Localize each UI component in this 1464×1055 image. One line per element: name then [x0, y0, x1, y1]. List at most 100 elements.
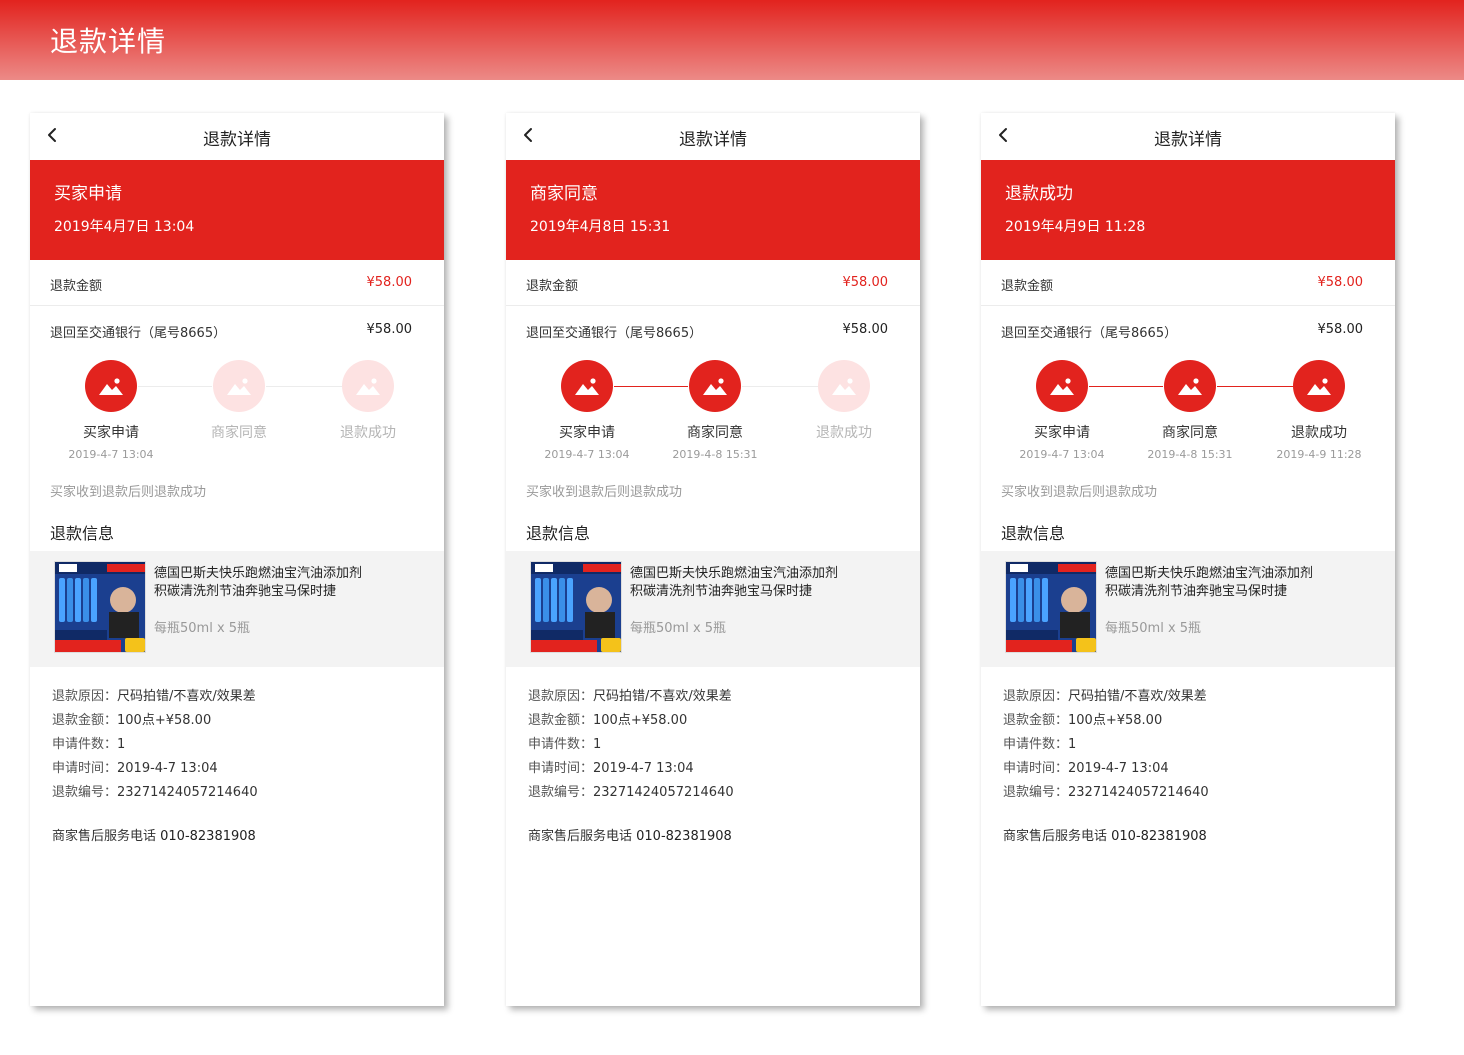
step-time [318, 448, 418, 462]
image-placeholder-icon [1307, 378, 1331, 395]
nav-bar: 退款详情 [506, 113, 920, 160]
status-card: 买家申请 2019年4月7日 13:04 [30, 160, 444, 260]
refund-info-key: 退款编号： [1003, 785, 1069, 800]
refund-info-key: 退款金额： [528, 713, 594, 728]
refund-info-row: 退款金额：100点+¥58.00 [528, 713, 734, 737]
refund-info-row: 退款原因：尺码拍错/不喜欢/效果差 [52, 689, 258, 713]
hotline-number[interactable]: 010-82381908 [1111, 829, 1207, 844]
nav-title: 退款详情 [203, 130, 271, 150]
refund-destination-row: 退回至交通银行（尾号8665） ¥58.00 [506, 307, 920, 353]
step-time: 2019-4-7 13:04 [544, 448, 630, 461]
progress-step: 退款成功 2019-4-9 11:28 [1269, 360, 1369, 462]
progress-step: 商家同意 [189, 360, 289, 462]
refund-info-row: 退款编号：23271424057214640 [52, 785, 258, 809]
step-circle [213, 360, 265, 412]
step-time: 2019-4-7 13:04 [68, 448, 154, 461]
status-time: 2019年4月8日 15:31 [530, 219, 671, 235]
step-label: 买家申请 [83, 425, 139, 441]
step-label: 商家同意 [687, 425, 743, 441]
refund-info-row: 申请件数：1 [528, 737, 734, 761]
refund-info-row: 申请件数：1 [1003, 737, 1209, 761]
step-time [794, 448, 894, 462]
phone-screen-1: 退款详情 买家申请 2019年4月7日 13:04 退款金额 ¥58.00 退回… [30, 113, 444, 1006]
refund-info-key: 退款编号： [528, 785, 594, 800]
banner-title: 退款详情 [50, 25, 167, 58]
nav-title: 退款详情 [679, 130, 747, 150]
status-title: 商家同意 [530, 184, 598, 204]
step-label: 买家申请 [559, 425, 615, 441]
product-thumbnail-image [1005, 561, 1097, 653]
product-spec: 每瓶50ml x 5瓶 [154, 621, 251, 636]
refund-info-value: 23271424057214640 [117, 785, 258, 800]
section-title-refund-info: 退款信息 [526, 524, 591, 543]
nav-bar: 退款详情 [981, 113, 1395, 160]
refund-info-value: 100点+¥58.00 [1068, 713, 1163, 728]
refund-amount-label: 退款金额 [50, 279, 103, 294]
refund-note: 买家收到退款后则退款成功 [1001, 485, 1158, 500]
refund-info-key: 申请件数： [528, 737, 594, 752]
refund-amount-value: ¥58.00 [1317, 275, 1364, 290]
refund-info-key: 退款编号： [52, 785, 118, 800]
image-placeholder-icon [227, 378, 251, 395]
product-name: 德国巴斯夫快乐跑燃油宝汽油添加剂积碳清洗剂节油奔驰宝马保时捷 [1105, 566, 1314, 599]
refund-info-list: 退款原因：尺码拍错/不喜欢/效果差 退款金额：100点+¥58.00 申请件数：1 申… [1003, 689, 1209, 809]
refund-info-value: 100点+¥58.00 [593, 713, 688, 728]
image-placeholder-icon [575, 378, 599, 395]
image-placeholder-icon [99, 378, 123, 395]
refund-info-row: 退款编号：23271424057214640 [1003, 785, 1209, 809]
refund-info-value: 100点+¥58.00 [117, 713, 212, 728]
hotline-label: 商家售后服务电话 [1003, 829, 1112, 844]
product-card[interactable]: 德国巴斯夫快乐跑燃油宝汽油添加剂积碳清洗剂节油奔驰宝马保时捷 每瓶50ml x … [506, 551, 920, 667]
refund-destination-value: ¥58.00 [842, 322, 889, 337]
product-card[interactable]: 德国巴斯夫快乐跑燃油宝汽油添加剂积碳清洗剂节油奔驰宝马保时捷 每瓶50ml x … [30, 551, 444, 667]
refund-info-value: 1 [593, 737, 602, 752]
refund-info-key: 申请件数： [52, 737, 118, 752]
image-placeholder-icon [356, 378, 380, 395]
refund-info-value: 尺码拍错/不喜欢/效果差 [117, 689, 256, 704]
hotline-number[interactable]: 010-82381908 [636, 829, 732, 844]
product-thumbnail-image [54, 561, 146, 653]
refund-progress: 买家申请 2019-4-7 13:04 商家同意 2019-4-8 15:31 … [506, 360, 920, 470]
product-name: 德国巴斯夫快乐跑燃油宝汽油添加剂积碳清洗剂节油奔驰宝马保时捷 [154, 566, 363, 599]
refund-destination-value: ¥58.00 [1317, 322, 1364, 337]
refund-info-value: 尺码拍错/不喜欢/效果差 [593, 689, 732, 704]
refund-destination-row: 退回至交通银行（尾号8665） ¥58.00 [30, 307, 444, 353]
refund-info-value: 23271424057214640 [1068, 785, 1209, 800]
hotline-label: 商家售后服务电话 [528, 829, 637, 844]
refund-info-row: 退款金额：100点+¥58.00 [52, 713, 258, 737]
refund-info-key: 申请时间： [52, 761, 118, 776]
product-name: 德国巴斯夫快乐跑燃油宝汽油添加剂积碳清洗剂节油奔驰宝马保时捷 [630, 566, 839, 599]
refund-info-value: 2019-4-7 13:04 [1068, 761, 1169, 776]
image-placeholder-icon [832, 378, 856, 395]
refund-destination-label: 退回至交通银行（尾号8665） [1001, 326, 1178, 341]
step-circle [342, 360, 394, 412]
refund-info-value: 1 [1068, 737, 1077, 752]
hotline-number[interactable]: 010-82381908 [160, 829, 256, 844]
progress-step: 买家申请 2019-4-7 13:04 [1012, 360, 1112, 462]
nav-bar: 退款详情 [30, 113, 444, 160]
status-time: 2019年4月9日 11:28 [1005, 219, 1146, 235]
refund-destination-row: 退回至交通银行（尾号8665） ¥58.00 [981, 307, 1395, 353]
refund-info-row: 申请时间：2019-4-7 13:04 [52, 761, 258, 785]
service-hotline: 商家售后服务电话 010-82381908 [52, 825, 256, 844]
progress-step: 买家申请 2019-4-7 13:04 [537, 360, 637, 462]
refund-info-key: 申请时间： [1003, 761, 1069, 776]
step-label: 退款成功 [1291, 425, 1347, 441]
product-card[interactable]: 德国巴斯夫快乐跑燃油宝汽油添加剂积碳清洗剂节油奔驰宝马保时捷 每瓶50ml x … [981, 551, 1395, 667]
refund-amount-row: 退款金额 ¥58.00 [506, 260, 920, 306]
service-hotline: 商家售后服务电话 010-82381908 [1003, 825, 1207, 844]
step-circle [561, 360, 613, 412]
refund-info-row: 退款原因：尺码拍错/不喜欢/效果差 [528, 689, 734, 713]
refund-amount-label: 退款金额 [526, 279, 579, 294]
refund-note: 买家收到退款后则退款成功 [526, 485, 683, 500]
refund-info-list: 退款原因：尺码拍错/不喜欢/效果差 退款金额：100点+¥58.00 申请件数：1 申… [52, 689, 258, 809]
image-placeholder-icon [703, 378, 727, 395]
refund-info-key: 退款原因： [1003, 689, 1069, 704]
step-time: 2019-4-7 13:04 [1019, 448, 1105, 461]
nav-title: 退款详情 [1154, 130, 1222, 150]
step-time: 2019-4-9 11:28 [1276, 448, 1362, 461]
progress-step: 退款成功 [794, 360, 894, 462]
step-label: 买家申请 [1034, 425, 1090, 441]
refund-destination-label: 退回至交通银行（尾号8665） [50, 326, 227, 341]
status-card: 商家同意 2019年4月8日 15:31 [506, 160, 920, 260]
